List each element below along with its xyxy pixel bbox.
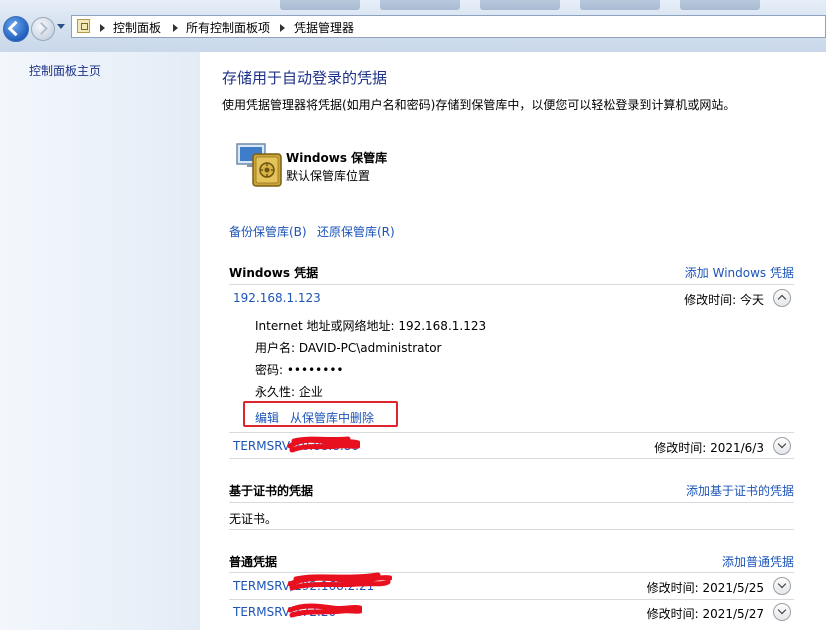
add-certificate-credential-link[interactable]: 添加基于证书的凭据 bbox=[686, 482, 794, 499]
edit-credential-link[interactable]: 编辑 bbox=[255, 409, 279, 426]
expand-icon[interactable] bbox=[773, 437, 791, 455]
generic-credentials-heading: 普通凭据 bbox=[229, 555, 278, 569]
vault-icon[interactable] bbox=[235, 140, 285, 188]
breadcrumb-all-items[interactable]: 所有控制面板项 bbox=[186, 19, 270, 36]
tab-thumb[interactable] bbox=[480, 0, 560, 10]
tab-thumb[interactable] bbox=[380, 0, 460, 10]
credential-modified-time: 修改时间: 今天 bbox=[684, 293, 764, 307]
forward-button[interactable] bbox=[31, 17, 55, 41]
divider bbox=[229, 458, 794, 459]
add-generic-credential-link[interactable]: 添加普通凭据 bbox=[722, 553, 794, 570]
address-field[interactable]: 控制面板 所有控制面板项 凭据管理器 bbox=[71, 15, 826, 38]
back-button[interactable] bbox=[3, 16, 29, 42]
vault-name[interactable]: Windows 保管库 bbox=[286, 149, 387, 166]
breadcrumb-credential-manager[interactable]: 凭据管理器 bbox=[294, 19, 354, 36]
breadcrumb-arrow-icon[interactable] bbox=[280, 24, 285, 32]
credential-item-name[interactable]: 192.168.1.123 bbox=[233, 291, 321, 305]
breadcrumb-control-panel[interactable]: 控制面板 bbox=[113, 19, 161, 36]
add-windows-credential-link[interactable]: 添加 Windows 凭据 bbox=[685, 264, 794, 281]
collapse-icon[interactable] bbox=[773, 289, 791, 307]
left-nav-pane: 控制面板主页 bbox=[0, 52, 200, 630]
credential-persistence: 永久性: 企业 bbox=[255, 385, 323, 399]
control-panel-icon bbox=[77, 19, 90, 33]
redaction-scribble bbox=[288, 572, 392, 591]
no-certificates-text: 无证书。 bbox=[229, 512, 278, 526]
divider bbox=[229, 502, 794, 503]
remove-from-vault-link[interactable]: 从保管库中删除 bbox=[290, 409, 374, 426]
address-bar-area: 控制面板 所有控制面板项 凭据管理器 bbox=[0, 0, 826, 52]
restore-vault-link[interactable]: 还原保管库(R) bbox=[317, 223, 395, 240]
page-description: 使用凭据管理器将凭据(如用户名和密码)存储到保管库中，以便您可以轻松登录到计算机… bbox=[222, 98, 736, 112]
windows-credentials-heading: Windows 凭据 bbox=[229, 266, 319, 280]
breadcrumb-arrow-icon[interactable] bbox=[173, 24, 178, 32]
vault-subtitle: 默认保管库位置 bbox=[286, 169, 371, 183]
credential-modified-time: 修改时间: 2021/5/27 bbox=[646, 607, 764, 621]
expand-icon[interactable] bbox=[773, 577, 791, 595]
credential-username: 用户名: DAVID-PC\administrator bbox=[255, 341, 442, 355]
credential-password: 密码: •••••••• bbox=[255, 363, 344, 377]
page-title: 存储用于自动登录的凭据 bbox=[222, 69, 388, 87]
tab-thumb[interactable] bbox=[280, 0, 360, 10]
certificate-credentials-heading: 基于证书的凭据 bbox=[229, 484, 314, 498]
credential-address: Internet 地址或网络地址: 192.168.1.123 bbox=[255, 319, 487, 333]
backup-vault-link[interactable]: 备份保管库(B) bbox=[229, 223, 307, 240]
control-panel-home-link[interactable]: 控制面板主页 bbox=[29, 62, 101, 79]
breadcrumb-arrow-icon[interactable] bbox=[100, 24, 105, 32]
expand-icon[interactable] bbox=[773, 603, 791, 621]
divider bbox=[229, 284, 794, 285]
divider bbox=[229, 529, 794, 530]
redaction-scribble bbox=[288, 603, 362, 618]
main-content: 存储用于自动登录的凭据 使用凭据管理器将凭据(如用户名和密码)存储到保管库中，以… bbox=[200, 52, 826, 630]
tab-thumb[interactable] bbox=[680, 0, 760, 10]
credential-modified-time: 修改时间: 2021/5/25 bbox=[646, 581, 764, 595]
redaction-scribble bbox=[288, 436, 360, 453]
tab-thumb[interactable] bbox=[580, 0, 660, 10]
credential-modified-time: 修改时间: 2021/6/3 bbox=[654, 441, 764, 455]
recent-pages-dropdown-icon[interactable] bbox=[57, 24, 65, 29]
taskbar-tabs bbox=[250, 0, 826, 12]
